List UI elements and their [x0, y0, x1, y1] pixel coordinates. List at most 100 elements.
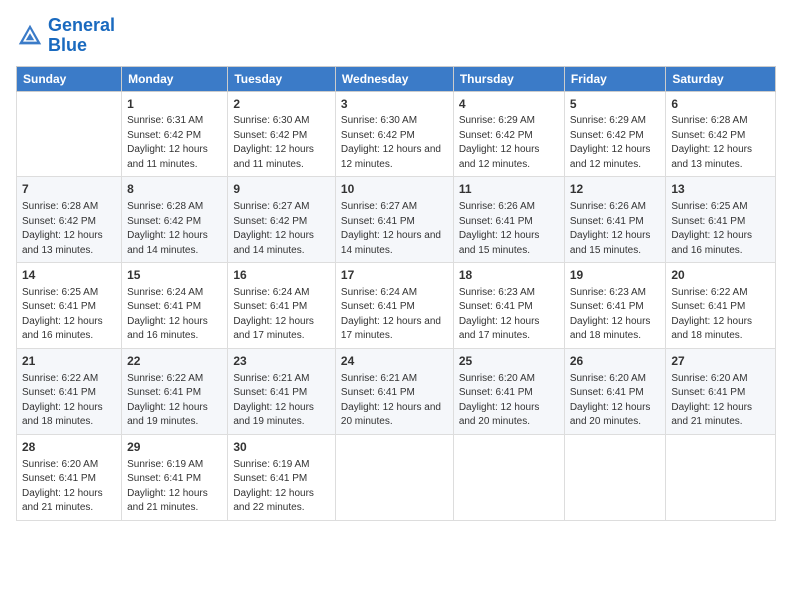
- calendar-cell: 2Sunrise: 6:30 AMSunset: 6:42 PMDaylight…: [228, 91, 336, 177]
- day-number: 20: [671, 267, 770, 284]
- week-row-1: 7 Sunrise: 6:28 AMSunset: 6:42 PMDaylight…: [17, 177, 776, 263]
- calendar-cell: 28Sunrise: 6:20 AMSunset: 6:41 PMDayligh…: [17, 434, 122, 520]
- day-number: 1: [127, 96, 222, 113]
- cell-details: Sunrise: 6:29 AMSunset: 6:42 PMDaylight:…: [459, 114, 559, 172]
- day-number: 4: [459, 96, 559, 113]
- day-number: 23: [233, 353, 330, 370]
- page: General Blue SundayMondayTuesdayWednesda…: [0, 0, 792, 612]
- calendar-cell: 12 Sunrise: 6:26 AMSunset: 6:41 PMDayligh…: [564, 177, 666, 263]
- day-number: 13: [671, 181, 770, 198]
- calendar-cell: 26 Sunrise: 6:20 AMSunset: 6:41 PMDayligh…: [564, 348, 666, 434]
- calendar-cell: 4Sunrise: 6:29 AMSunset: 6:42 PMDaylight…: [453, 91, 564, 177]
- cell-details: Sunrise: 6:24 AMSunset: 6:41 PMDaylight:…: [233, 286, 330, 344]
- calendar-cell: 9 Sunrise: 6:27 AMSunset: 6:42 PMDaylight…: [228, 177, 336, 263]
- calendar-cell: [453, 434, 564, 520]
- calendar-cell: 25 Sunrise: 6:20 AMSunset: 6:41 PMDayligh…: [453, 348, 564, 434]
- col-header-saturday: Saturday: [666, 66, 776, 91]
- col-header-wednesday: Wednesday: [335, 66, 453, 91]
- day-number: 15: [127, 267, 222, 284]
- day-number: 16: [233, 267, 330, 284]
- header: General Blue: [16, 16, 776, 56]
- cell-details: Sunrise: 6:30 AMSunset: 6:42 PMDaylight:…: [233, 114, 330, 172]
- cell-details: Sunrise: 6:26 AMSunset: 6:41 PMDaylight:…: [459, 200, 559, 258]
- calendar-cell: [17, 91, 122, 177]
- calendar-cell: 6Sunrise: 6:28 AMSunset: 6:42 PMDaylight…: [666, 91, 776, 177]
- cell-details: Sunrise: 6:20 AMSunset: 6:41 PMDaylight:…: [22, 458, 116, 516]
- calendar-cell: 7 Sunrise: 6:28 AMSunset: 6:42 PMDaylight…: [17, 177, 122, 263]
- week-row-3: 21Sunrise: 6:22 AMSunset: 6:41 PMDayligh…: [17, 348, 776, 434]
- day-number: 10: [341, 181, 448, 198]
- cell-details: Sunrise: 6:23 AMSunset: 6:41 PMDaylight:…: [570, 286, 661, 344]
- calendar-cell: 3Sunrise: 6:30 AMSunset: 6:42 PMDaylight…: [335, 91, 453, 177]
- cell-details: Sunrise: 6:23 AMSunset: 6:41 PMDaylight:…: [459, 286, 559, 344]
- calendar-cell: 24 Sunrise: 6:21 AMSunset: 6:41 PMDayligh…: [335, 348, 453, 434]
- day-number: 18: [459, 267, 559, 284]
- day-number: 26: [570, 353, 661, 370]
- day-number: 17: [341, 267, 448, 284]
- cell-details: Sunrise: 6:22 AMSunset: 6:41 PMDaylight:…: [127, 372, 222, 430]
- day-number: 11: [459, 181, 559, 198]
- calendar-cell: [335, 434, 453, 520]
- day-number: 5: [570, 96, 661, 113]
- calendar-cell: 8Sunrise: 6:28 AMSunset: 6:42 PMDaylight…: [122, 177, 228, 263]
- day-number: 22: [127, 353, 222, 370]
- calendar-cell: 18 Sunrise: 6:23 AMSunset: 6:41 PMDayligh…: [453, 263, 564, 349]
- calendar-cell: [564, 434, 666, 520]
- cell-details: Sunrise: 6:24 AMSunset: 6:41 PMDaylight:…: [127, 286, 222, 344]
- cell-details: Sunrise: 6:29 AMSunset: 6:42 PMDaylight:…: [570, 114, 661, 172]
- calendar-cell: 27Sunrise: 6:20 AMSunset: 6:41 PMDayligh…: [666, 348, 776, 434]
- cell-details: Sunrise: 6:31 AMSunset: 6:42 PMDaylight:…: [127, 114, 222, 172]
- calendar-cell: 11 Sunrise: 6:26 AMSunset: 6:41 PMDayligh…: [453, 177, 564, 263]
- cell-details: Sunrise: 6:27 AMSunset: 6:42 PMDaylight:…: [233, 200, 330, 258]
- logo-text: General Blue: [48, 16, 115, 56]
- calendar-cell: 1Sunrise: 6:31 AMSunset: 6:42 PMDaylight…: [122, 91, 228, 177]
- calendar-cell: 23 Sunrise: 6:21 AMSunset: 6:41 PMDayligh…: [228, 348, 336, 434]
- logo-icon: [16, 22, 44, 50]
- calendar-cell: 19 Sunrise: 6:23 AMSunset: 6:41 PMDayligh…: [564, 263, 666, 349]
- cell-details: Sunrise: 6:28 AMSunset: 6:42 PMDaylight:…: [22, 200, 116, 258]
- calendar-cell: 16 Sunrise: 6:24 AMSunset: 6:41 PMDayligh…: [228, 263, 336, 349]
- cell-details: Sunrise: 6:25 AMSunset: 6:41 PMDaylight:…: [671, 200, 770, 258]
- calendar-cell: 22 Sunrise: 6:22 AMSunset: 6:41 PMDayligh…: [122, 348, 228, 434]
- cell-details: Sunrise: 6:28 AMSunset: 6:42 PMDaylight:…: [671, 114, 770, 172]
- calendar-table: SundayMondayTuesdayWednesdayThursdayFrid…: [16, 66, 776, 521]
- calendar-cell: 17Sunrise: 6:24 AMSunset: 6:41 PMDayligh…: [335, 263, 453, 349]
- col-header-tuesday: Tuesday: [228, 66, 336, 91]
- cell-details: Sunrise: 6:28 AMSunset: 6:42 PMDaylight:…: [127, 200, 222, 258]
- cell-details: Sunrise: 6:25 AMSunset: 6:41 PMDaylight:…: [22, 286, 116, 344]
- cell-details: Sunrise: 6:26 AMSunset: 6:41 PMDaylight:…: [570, 200, 661, 258]
- day-number: 12: [570, 181, 661, 198]
- day-number: 30: [233, 439, 330, 456]
- cell-details: Sunrise: 6:22 AMSunset: 6:41 PMDaylight:…: [22, 372, 116, 430]
- col-header-thursday: Thursday: [453, 66, 564, 91]
- calendar-cell: 20 Sunrise: 6:22 AMSunset: 6:41 PMDayligh…: [666, 263, 776, 349]
- col-header-sunday: Sunday: [17, 66, 122, 91]
- day-number: 2: [233, 96, 330, 113]
- day-number: 6: [671, 96, 770, 113]
- calendar-cell: 13 Sunrise: 6:25 AMSunset: 6:41 PMDayligh…: [666, 177, 776, 263]
- day-number: 29: [127, 439, 222, 456]
- day-number: 14: [22, 267, 116, 284]
- cell-details: Sunrise: 6:19 AMSunset: 6:41 PMDaylight:…: [127, 458, 222, 516]
- day-number: 25: [459, 353, 559, 370]
- calendar-cell: 10 Sunrise: 6:27 AMSunset: 6:41 PMDayligh…: [335, 177, 453, 263]
- day-number: 27: [671, 353, 770, 370]
- day-number: 9: [233, 181, 330, 198]
- week-row-2: 14 Sunrise: 6:25 AMSunset: 6:41 PMDayligh…: [17, 263, 776, 349]
- week-row-4: 28Sunrise: 6:20 AMSunset: 6:41 PMDayligh…: [17, 434, 776, 520]
- cell-details: Sunrise: 6:27 AMSunset: 6:41 PMDaylight:…: [341, 200, 448, 258]
- cell-details: Sunrise: 6:22 AMSunset: 6:41 PMDaylight:…: [671, 286, 770, 344]
- calendar-cell: 29 Sunrise: 6:19 AMSunset: 6:41 PMDayligh…: [122, 434, 228, 520]
- col-header-friday: Friday: [564, 66, 666, 91]
- logo: General Blue: [16, 16, 115, 56]
- cell-details: Sunrise: 6:21 AMSunset: 6:41 PMDaylight:…: [341, 372, 448, 430]
- week-row-0: 1Sunrise: 6:31 AMSunset: 6:42 PMDaylight…: [17, 91, 776, 177]
- day-number: 19: [570, 267, 661, 284]
- cell-details: Sunrise: 6:21 AMSunset: 6:41 PMDaylight:…: [233, 372, 330, 430]
- calendar-cell: 15 Sunrise: 6:24 AMSunset: 6:41 PMDayligh…: [122, 263, 228, 349]
- day-number: 24: [341, 353, 448, 370]
- cell-details: Sunrise: 6:20 AMSunset: 6:41 PMDaylight:…: [570, 372, 661, 430]
- cell-details: Sunrise: 6:30 AMSunset: 6:42 PMDaylight:…: [341, 114, 448, 172]
- cell-details: Sunrise: 6:20 AMSunset: 6:41 PMDaylight:…: [459, 372, 559, 430]
- day-number: 7: [22, 181, 116, 198]
